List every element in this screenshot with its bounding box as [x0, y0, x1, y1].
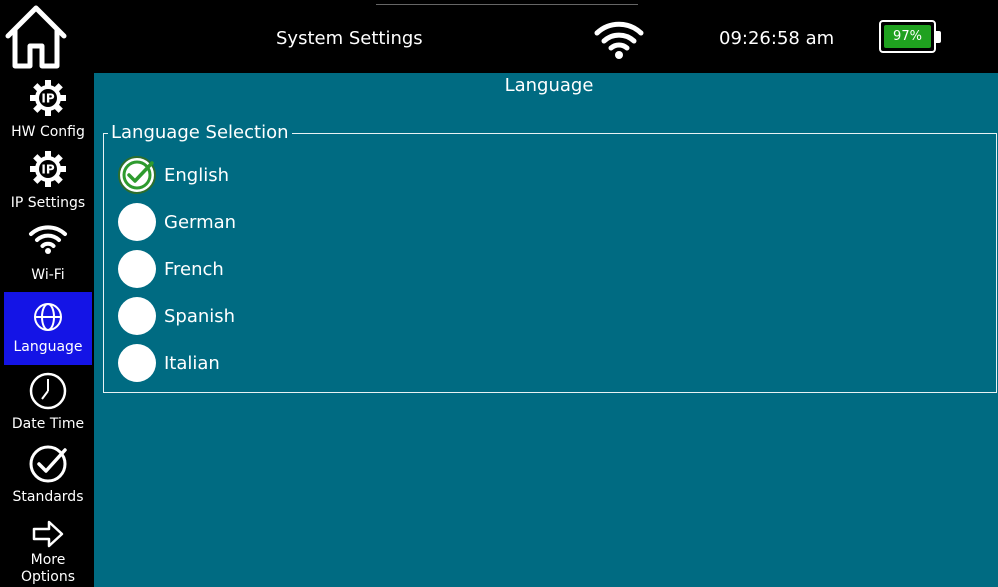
- group-title: Language Selection: [108, 122, 292, 143]
- sidebar-item-wifi[interactable]: Wi-Fi: [4, 221, 92, 289]
- section-title: Language: [504, 75, 594, 96]
- page-title: System Settings: [276, 28, 423, 49]
- radio-option-french[interactable]: French: [118, 249, 224, 289]
- sidebar-item-label: HW Config: [11, 124, 85, 140]
- svg-text:IP: IP: [41, 163, 54, 177]
- radio-button[interactable]: [118, 203, 156, 241]
- radio-label: German: [164, 211, 237, 233]
- check-icon: [122, 160, 154, 190]
- arrow-right-icon: [32, 520, 64, 548]
- sidebar-item-label: Date Time: [11, 416, 85, 432]
- radio-option-italian[interactable]: Italian: [118, 343, 220, 383]
- radio-label: Spanish: [164, 305, 236, 327]
- sidebar-item-hw-config[interactable]: IP HW Config: [4, 75, 92, 143]
- radio-button[interactable]: [118, 250, 156, 288]
- clock-icon: [29, 372, 67, 410]
- clock-time: 09:26:58 am: [719, 28, 835, 49]
- sidebar-item-label: More: [30, 552, 66, 568]
- wifi-status-icon: [593, 18, 645, 60]
- sidebar-item-ip-settings[interactable]: IP IP Settings: [4, 147, 92, 217]
- sidebar: IP HW Config IP IP Settings Wi-Fi Langua…: [0, 73, 94, 587]
- main-panel: Language Language Selection English Germ…: [94, 73, 998, 587]
- radio-button[interactable]: [118, 344, 156, 382]
- wifi-icon: [29, 225, 67, 254]
- sidebar-item-label: Wi-Fi: [31, 267, 65, 283]
- sidebar-item-standards[interactable]: Standards: [4, 442, 92, 512]
- radio-button[interactable]: [118, 297, 156, 335]
- sidebar-item-label: Standards: [12, 489, 84, 505]
- radio-button[interactable]: [118, 156, 156, 194]
- sidebar-item-more-options[interactable]: More Options: [4, 518, 92, 587]
- sidebar-item-language[interactable]: Language: [4, 292, 92, 365]
- home-icon: [5, 5, 67, 69]
- svg-text:IP: IP: [41, 92, 54, 106]
- radio-option-german[interactable]: German: [118, 202, 236, 242]
- battery-terminal: [936, 31, 941, 43]
- home-button[interactable]: [4, 2, 68, 70]
- ip-gear-icon: IP: [30, 151, 66, 187]
- radio-option-spanish[interactable]: Spanish: [118, 296, 235, 336]
- ip-gear-icon: IP: [30, 80, 66, 116]
- radio-option-english[interactable]: English: [118, 155, 229, 195]
- globe-icon: [34, 303, 62, 331]
- check-circle-icon: [29, 445, 67, 483]
- sidebar-item-label: Language: [13, 339, 83, 355]
- sidebar-item-label: IP Settings: [10, 195, 86, 211]
- radio-label: Italian: [164, 352, 220, 374]
- radio-label: English: [164, 164, 229, 186]
- battery-indicator: 97%: [879, 20, 936, 53]
- sidebar-item-label: Options: [20, 569, 76, 585]
- battery-level: 97%: [884, 25, 931, 48]
- top-divider: [376, 4, 638, 5]
- radio-label: French: [164, 258, 224, 280]
- language-selection-group: [103, 133, 997, 393]
- top-bar: System Settings 09:26:58 am 97%: [0, 0, 998, 73]
- sidebar-item-date-time[interactable]: Date Time: [4, 369, 92, 439]
